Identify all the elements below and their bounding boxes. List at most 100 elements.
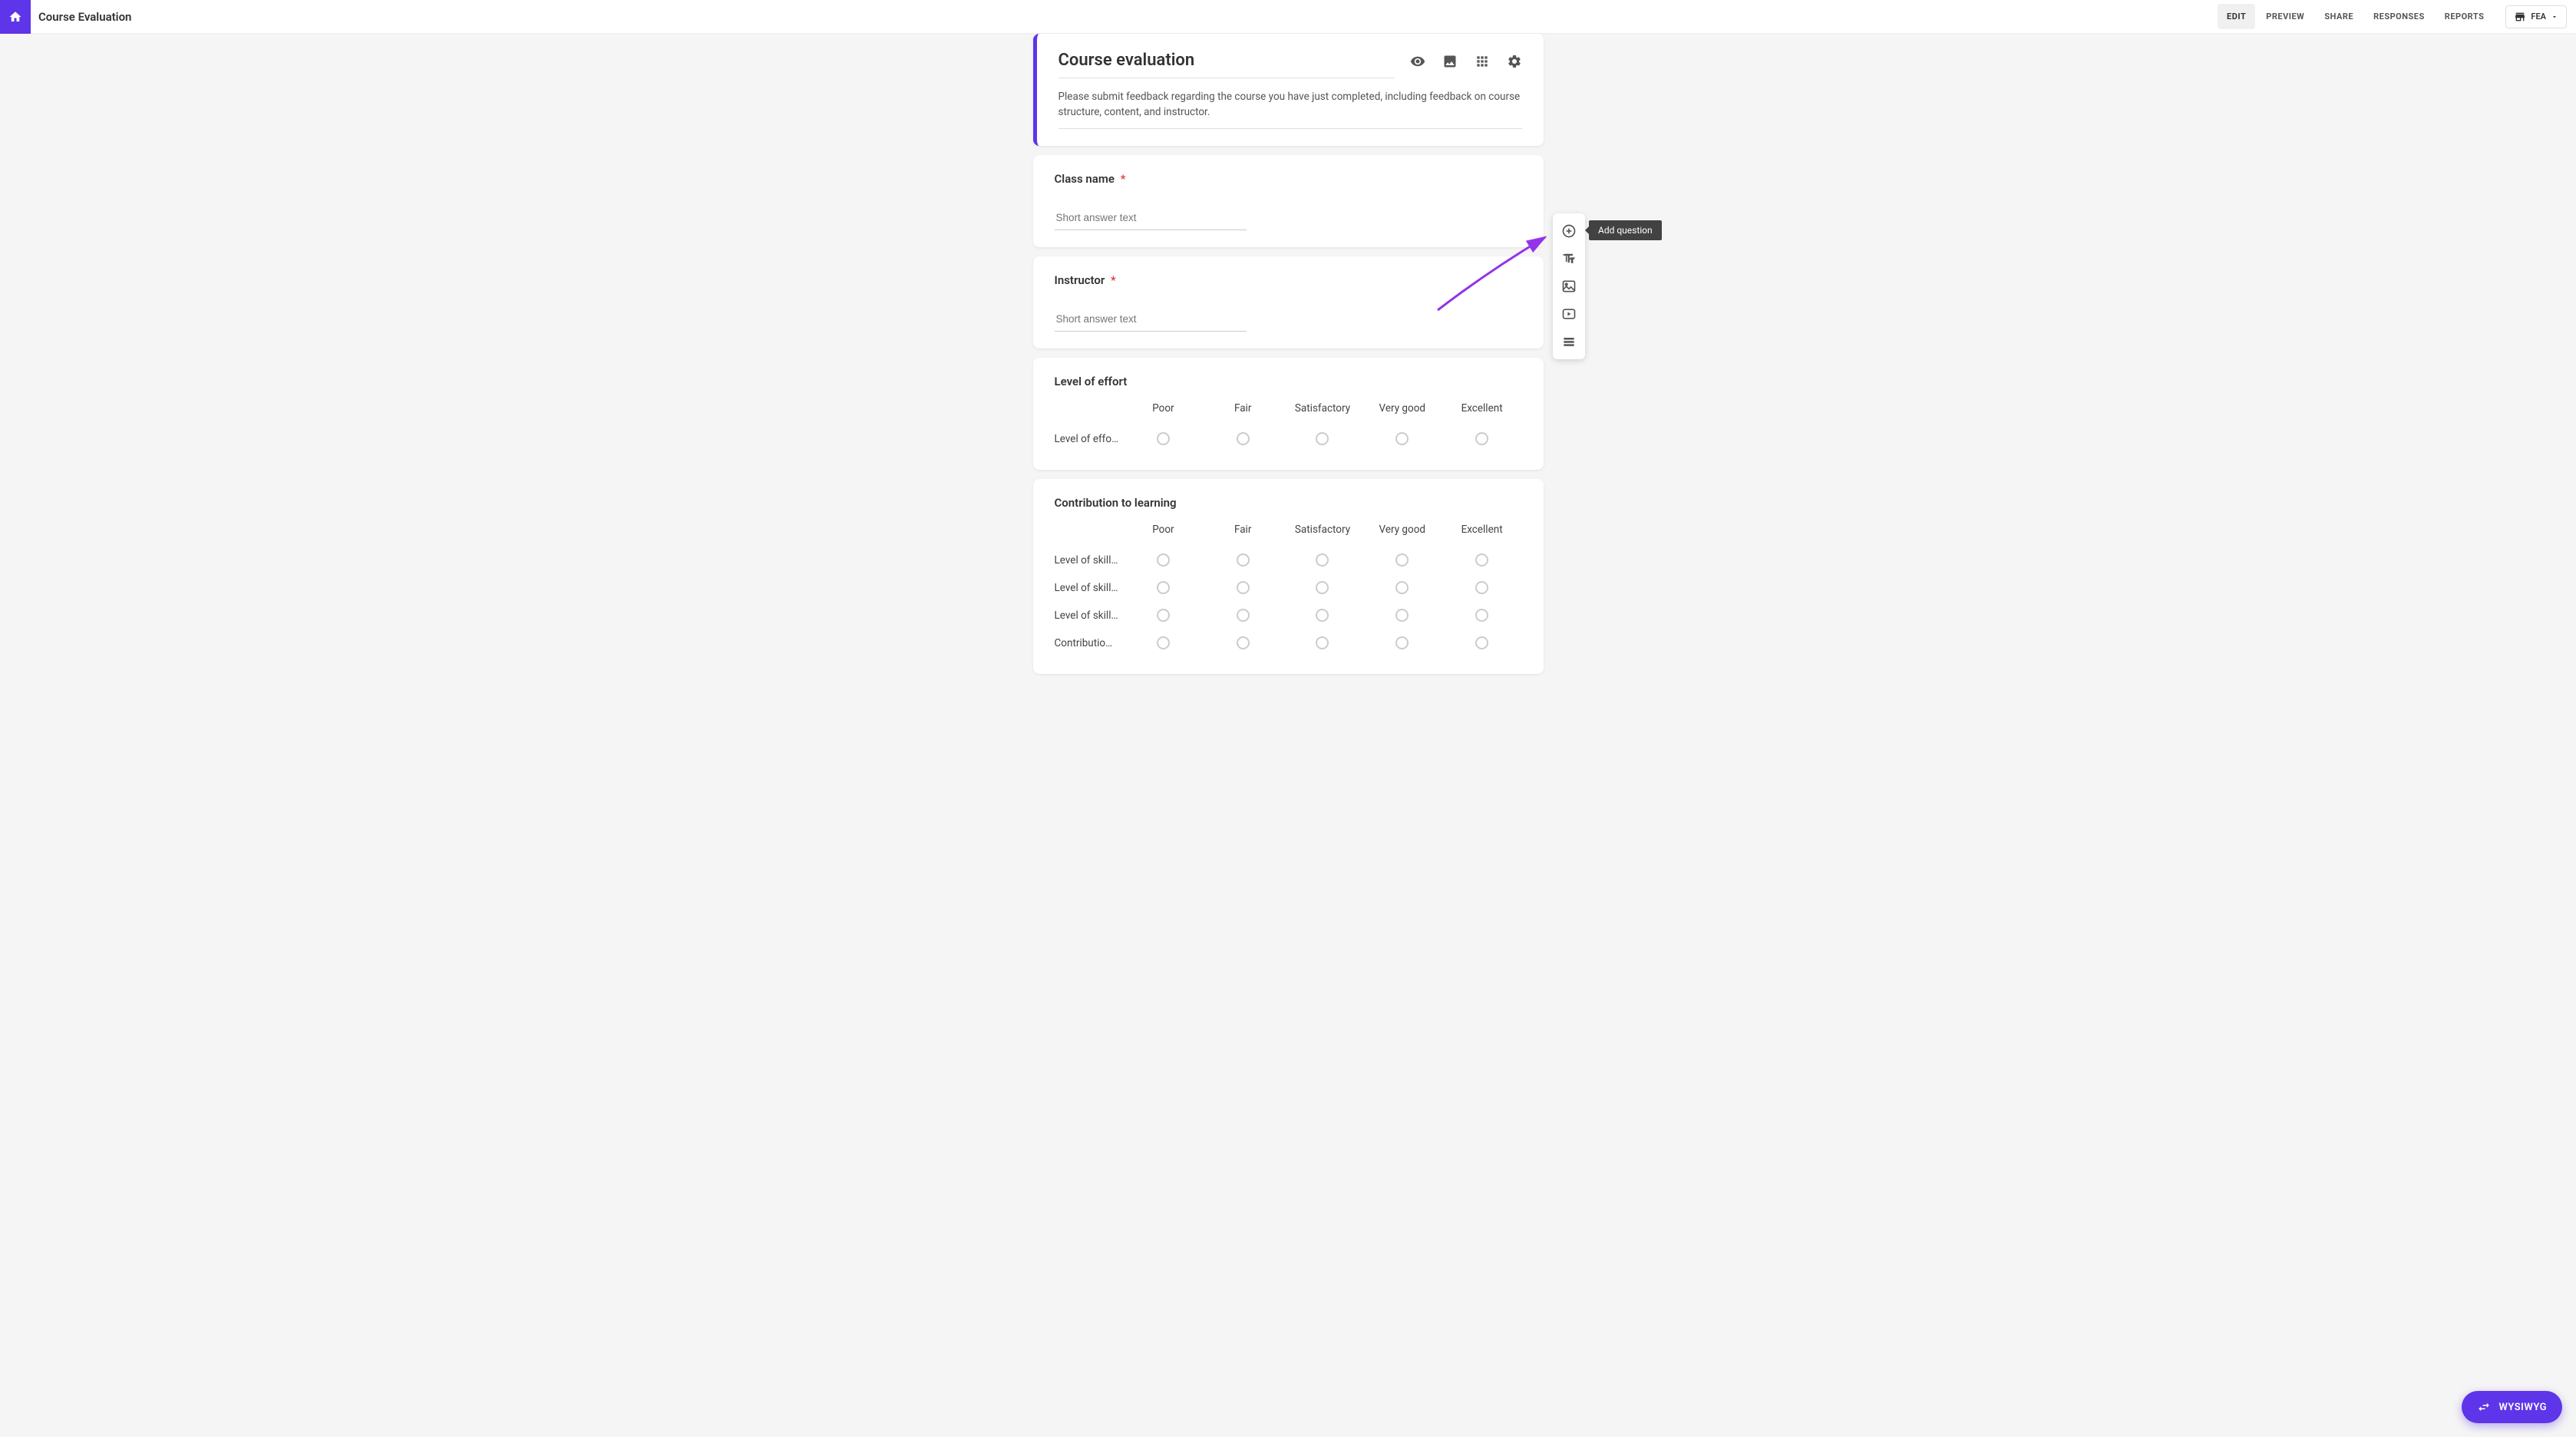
header-right: EDIT PREVIEW SHARE RESPONSES REPORTS FEA bbox=[2218, 4, 2567, 29]
required-star: * bbox=[1121, 172, 1126, 186]
scale-label: Poor bbox=[1124, 402, 1204, 415]
section-icon bbox=[1561, 334, 1577, 349]
chevron-down-icon bbox=[2551, 13, 2558, 21]
radio-option[interactable] bbox=[1395, 609, 1409, 622]
add-image-button[interactable] bbox=[1557, 275, 1581, 298]
question-title: Class name * bbox=[1055, 172, 1522, 186]
grid-row: Contributio… bbox=[1055, 629, 1522, 657]
radio-option[interactable] bbox=[1395, 636, 1409, 649]
scale-label: Very good bbox=[1362, 524, 1442, 536]
required-star: * bbox=[1111, 273, 1116, 287]
fab-label: WYSIWYG bbox=[2498, 1402, 2547, 1413]
radio-option[interactable] bbox=[1157, 581, 1170, 594]
home-icon bbox=[8, 10, 22, 24]
grid-row-label: Contributio… bbox=[1055, 637, 1124, 649]
question-card-effort[interactable]: Level of effort Poor Fair Satisfactory V… bbox=[1033, 358, 1544, 470]
radio-option[interactable] bbox=[1157, 432, 1170, 445]
grid-row: Level of skill… bbox=[1055, 602, 1522, 629]
add-title-button[interactable] bbox=[1557, 247, 1581, 270]
radio-option[interactable] bbox=[1237, 636, 1250, 649]
grid-row-label: Level of skill… bbox=[1055, 609, 1124, 622]
title-icon bbox=[1561, 251, 1577, 266]
radio-option[interactable] bbox=[1237, 553, 1250, 567]
grid-header-row: Poor Fair Satisfactory Very good Excelle… bbox=[1055, 524, 1522, 536]
tab-reports[interactable]: REPORTS bbox=[2436, 4, 2494, 29]
image-icon bbox=[1561, 279, 1577, 294]
fea-label: FEA bbox=[2531, 12, 2546, 21]
radio-option[interactable] bbox=[1395, 581, 1409, 594]
radio-option[interactable] bbox=[1475, 636, 1488, 649]
radio-option[interactable] bbox=[1316, 553, 1329, 567]
question-title: Level of effort bbox=[1055, 375, 1522, 388]
tab-preview[interactable]: PREVIEW bbox=[2257, 4, 2313, 29]
radio-option[interactable] bbox=[1237, 432, 1250, 445]
radio-option[interactable] bbox=[1157, 553, 1170, 567]
question-title: Contribution to learning bbox=[1055, 496, 1522, 510]
side-toolbar: Add question bbox=[1553, 213, 1585, 359]
grid-scale: Poor Fair Satisfactory Very good Excelle… bbox=[1055, 524, 1522, 657]
radio-option[interactable] bbox=[1316, 636, 1329, 649]
tooltip: Add question bbox=[1589, 220, 1662, 240]
question-card-class-name[interactable]: Class name * bbox=[1033, 155, 1544, 247]
scale-label: Satisfactory bbox=[1283, 524, 1362, 536]
image-icon[interactable] bbox=[1442, 54, 1458, 69]
form-header-card[interactable]: Course evaluation Please submit feedback… bbox=[1033, 34, 1544, 146]
header-card-icons bbox=[1410, 51, 1522, 69]
radio-option[interactable] bbox=[1237, 581, 1250, 594]
add-question-button[interactable]: Add question bbox=[1557, 220, 1581, 243]
radio-option[interactable] bbox=[1395, 553, 1409, 567]
form-title[interactable]: Course evaluation bbox=[1058, 51, 1395, 78]
add-video-button[interactable] bbox=[1557, 302, 1581, 325]
grid-row-label: Level of skill… bbox=[1055, 582, 1124, 594]
grid-row: Level of effo… bbox=[1055, 425, 1522, 453]
grid-row: Level of skill… bbox=[1055, 547, 1522, 574]
grid-row: Level of skill… bbox=[1055, 574, 1522, 602]
grid-scale: Poor Fair Satisfactory Very good Excelle… bbox=[1055, 402, 1522, 453]
radio-option[interactable] bbox=[1157, 636, 1170, 649]
tab-share[interactable]: SHARE bbox=[2315, 4, 2363, 29]
radio-option[interactable] bbox=[1237, 609, 1250, 622]
app-header: Course Evaluation EDIT PREVIEW SHARE RES… bbox=[0, 0, 2576, 34]
visibility-icon[interactable] bbox=[1410, 54, 1425, 69]
radio-option[interactable] bbox=[1316, 581, 1329, 594]
tab-responses[interactable]: RESPONSES bbox=[2364, 4, 2434, 29]
grid-row-label: Level of skill… bbox=[1055, 554, 1124, 567]
swap-icon bbox=[2477, 1400, 2491, 1414]
form-description[interactable]: Please submit feedback regarding the cou… bbox=[1058, 89, 1522, 129]
video-icon bbox=[1561, 306, 1577, 322]
short-answer-input[interactable] bbox=[1055, 307, 1247, 332]
scale-label: Fair bbox=[1203, 402, 1283, 415]
form-container: Course evaluation Please submit feedback… bbox=[1033, 34, 1544, 674]
tab-edit[interactable]: EDIT bbox=[2218, 4, 2255, 29]
question-card-contribution[interactable]: Contribution to learning Poor Fair Satis… bbox=[1033, 479, 1544, 674]
radio-option[interactable] bbox=[1475, 609, 1488, 622]
add-section-button[interactable] bbox=[1557, 330, 1581, 353]
question-card-instructor[interactable]: Instructor * bbox=[1033, 256, 1544, 349]
radio-option[interactable] bbox=[1157, 609, 1170, 622]
grid-icon[interactable] bbox=[1475, 54, 1490, 69]
scale-label: Excellent bbox=[1442, 402, 1522, 415]
header-left: Course Evaluation bbox=[0, 0, 131, 33]
radio-option[interactable] bbox=[1316, 609, 1329, 622]
grid-row-label: Level of effo… bbox=[1055, 433, 1124, 445]
page-title: Course Evaluation bbox=[38, 10, 131, 24]
scale-label: Very good bbox=[1362, 402, 1442, 415]
radio-option[interactable] bbox=[1475, 581, 1488, 594]
radio-option[interactable] bbox=[1475, 553, 1488, 567]
radio-option[interactable] bbox=[1475, 432, 1488, 445]
short-answer-input[interactable] bbox=[1055, 206, 1247, 230]
fea-dropdown[interactable]: FEA bbox=[2505, 5, 2567, 28]
gear-icon[interactable] bbox=[1507, 54, 1522, 69]
home-button[interactable] bbox=[0, 0, 31, 34]
add-circle-icon bbox=[1561, 223, 1577, 239]
radio-option[interactable] bbox=[1395, 432, 1409, 445]
radio-option[interactable] bbox=[1316, 432, 1329, 445]
wysiwyg-fab[interactable]: WYSIWYG bbox=[2462, 1391, 2562, 1423]
question-title: Instructor * bbox=[1055, 273, 1522, 287]
scale-label: Satisfactory bbox=[1283, 402, 1362, 415]
store-icon bbox=[2514, 11, 2526, 23]
scale-label: Poor bbox=[1124, 524, 1204, 536]
content-wrapper: Course evaluation Please submit feedback… bbox=[0, 34, 2576, 705]
scale-label: Fair bbox=[1203, 524, 1283, 536]
grid-header-row: Poor Fair Satisfactory Very good Excelle… bbox=[1055, 402, 1522, 415]
